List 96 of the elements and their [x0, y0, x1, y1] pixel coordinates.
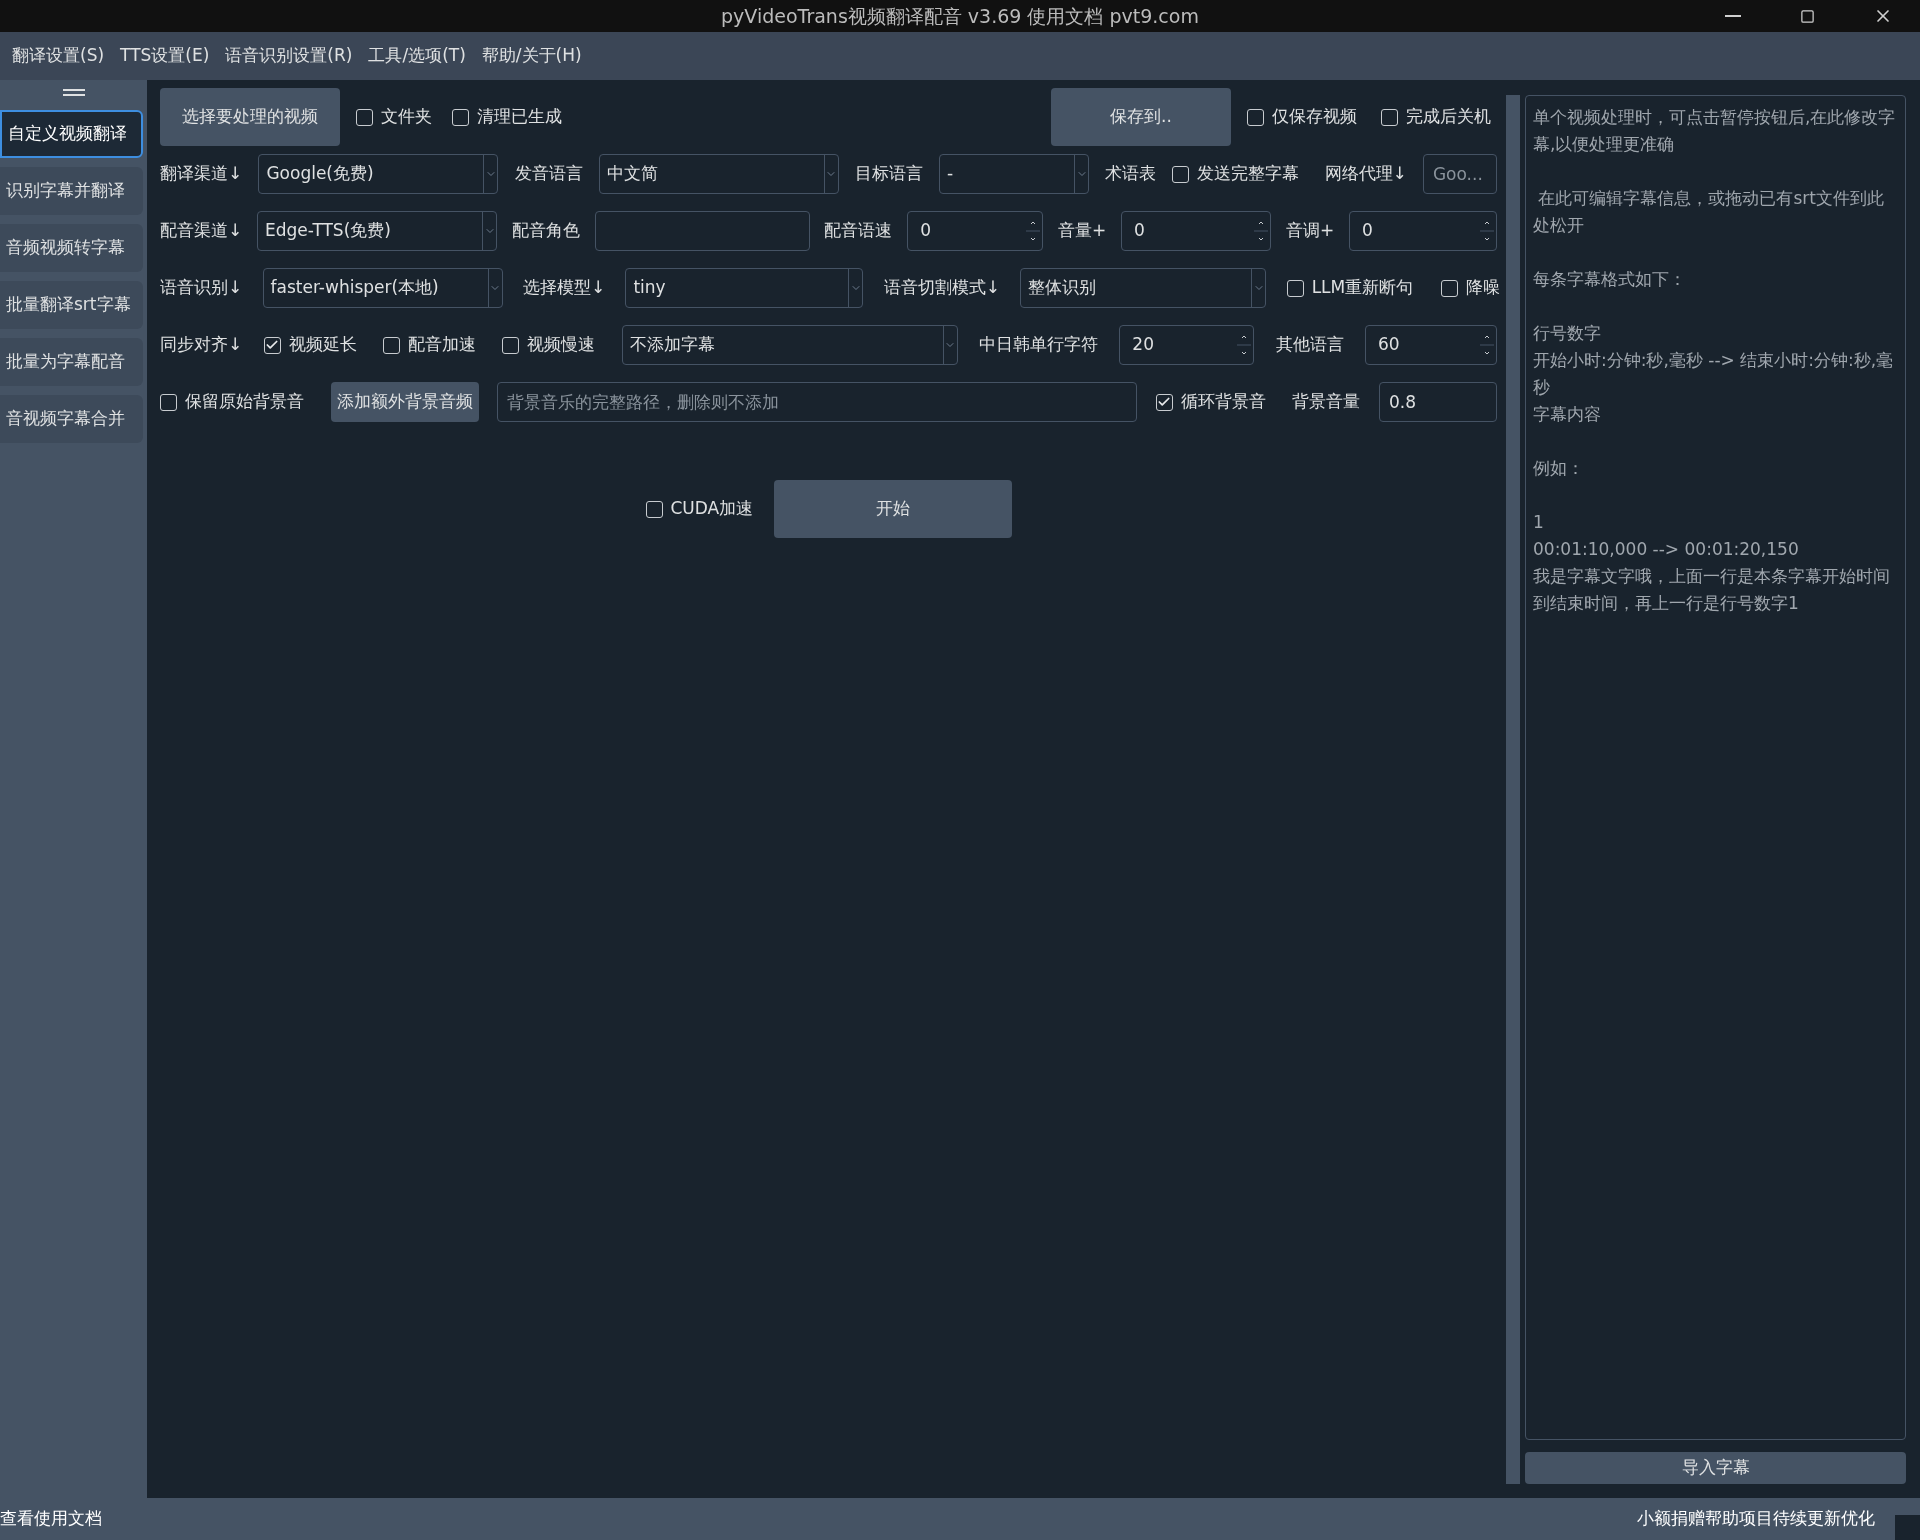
placeholder-text: 每条字幕格式如下： [1533, 268, 1687, 291]
field-label: 语音切割模式↓ [883, 277, 1000, 298]
field-label: 配音渠道↓ [160, 220, 243, 241]
checkbox[interactable]: LLM重新断句 [1286, 275, 1421, 301]
field-label: 发音语言 [514, 163, 583, 184]
field-label: 音调+ [1285, 220, 1335, 241]
dropdown[interactable]: tiny [625, 268, 864, 308]
checkbox[interactable]: 完成后关机 [1381, 104, 1497, 130]
placeholder-text: 我是字幕文字哦，上面一行是本条字幕开始时间到结束时间，再上一行是行号数字1 [1533, 565, 1891, 615]
sidebar-tab[interactable]: 音视频字幕合并 [0, 395, 143, 443]
action-button[interactable]: 选择要处理的视频 [160, 88, 340, 146]
checkbox[interactable]: 配音加速 [382, 332, 481, 358]
handle-icon[interactable] [62, 88, 85, 98]
input-field[interactable] [594, 211, 810, 251]
field-label: 网络代理↓ [1324, 163, 1407, 184]
sidebar-tab[interactable]: 批量翻译srt字幕 [0, 281, 143, 329]
spin-box[interactable]: 60 [1365, 325, 1497, 365]
checkbox[interactable]: 文件夹 [356, 104, 436, 130]
field-label: 目标语言 [854, 163, 923, 184]
placeholder-text: 开始小时:分钟:秒,毫秒 --> 结束小时:分钟:秒,毫秒 [1533, 349, 1895, 399]
checkbox-box[interactable] [1381, 108, 1398, 126]
menu-item[interactable]: 语音识别设置(R) [219, 43, 359, 69]
dropdown[interactable]: Edge-TTS(免费) [257, 211, 498, 251]
dropdown[interactable]: Google(免费) [258, 154, 499, 194]
checkbox-box[interactable] [382, 336, 400, 354]
dropdown[interactable]: - [939, 154, 1090, 194]
menu-item[interactable]: TTS设置(E) [114, 43, 216, 69]
field-label: 中日韩单行字符 [978, 334, 1098, 355]
subtitle-editor[interactable]: 单个视频处理时，可点击暂停按钮后,在此修改字幕,以便处理更准确 在此可编辑字幕信息，或拖动已有srt文件到此处松开 每条字幕格式如下： 行号数字 开始小时:分钟:秒,毫秒 --> 结束小时:分钟:秒,毫秒 字幕内容 例如： 1 00:01:10,000 --> 00:01:20,150 我是字幕文字哦，上面一行是本条字幕开始时间到结束时间，再上一行是行号数字1 [1525, 95, 1906, 1440]
menu-item[interactable]: 帮助/关于(H) [475, 43, 588, 69]
checkbox[interactable]: CUDA加速 [645, 496, 762, 522]
checkbox-box[interactable] [502, 336, 520, 354]
action-button[interactable]: 开始 [773, 480, 1012, 538]
field-label: 音量+ [1058, 220, 1107, 241]
dropdown[interactable]: faster-whisper(本地) [262, 268, 503, 308]
docs-link[interactable]: 查看使用文档 [0, 1506, 102, 1532]
field-label: 翻译渠道↓ [160, 163, 243, 184]
maximize-icon [1800, 8, 1815, 24]
field-label: 术语表 [1105, 163, 1157, 184]
checkbox-box[interactable] [1172, 165, 1190, 183]
menu-item[interactable]: 翻译设置(S) [6, 43, 111, 69]
placeholder-text: 行号数字 [1533, 322, 1602, 345]
spin-box[interactable]: 0 [1121, 211, 1272, 251]
checkbox-box[interactable] [452, 108, 469, 126]
placeholder-text: 单个视频处理时，可点击暂停按钮后,在此修改字幕,以便处理更准确 [1533, 106, 1897, 156]
sidebar-tab[interactable]: 识别字幕并翻译 [0, 167, 143, 215]
field-label: 同步对齐↓ [160, 334, 243, 355]
spin-box[interactable]: 0 [907, 211, 1044, 251]
spin-box[interactable]: 0 [1348, 211, 1497, 251]
minimize-icon [1724, 15, 1741, 17]
placeholder-text: 例如： [1533, 457, 1585, 480]
checkbox-box[interactable] [356, 108, 373, 126]
checkbox[interactable]: 视频延长 [263, 332, 362, 358]
field-label: 其他语言 [1275, 334, 1344, 355]
sidebar-tab[interactable]: 自定义视频翻译 [0, 110, 143, 158]
donate-link[interactable]: 小额捐赠帮助项目待续更新优化 [1637, 1506, 1875, 1532]
spin-box[interactable]: 20 [1119, 325, 1255, 365]
placeholder-text: 00:01:10,000 --> 00:01:20,150 [1533, 538, 1800, 561]
checkbox[interactable]: 降噪 [1440, 275, 1497, 301]
checkbox[interactable]: 保留原始背景音 [160, 389, 312, 415]
checkbox-box[interactable] [1247, 108, 1264, 126]
check-icon [265, 338, 280, 352]
input-field[interactable]: 0.8 [1378, 382, 1497, 422]
placeholder-text: 1 [1533, 511, 1545, 534]
checkbox[interactable]: 仅保存视频 [1247, 104, 1365, 130]
placeholder-text: 在此可编辑字幕信息，或拖动已有srt文件到此处松开 [1533, 187, 1885, 237]
checkbox[interactable]: 视频慢速 [502, 332, 601, 358]
checkbox[interactable]: 清理已生成 [452, 104, 568, 130]
window-title: pyVideoTrans视频翻译配音 v3.69 使用文档 pvt9.com [721, 3, 1199, 29]
checkbox-box[interactable] [645, 500, 663, 518]
field-label: 配音角色 [511, 220, 580, 241]
size-grip[interactable] [1895, 1515, 1920, 1540]
field-label: 配音语速 [824, 220, 893, 241]
dropdown[interactable]: 不添加字幕 [621, 325, 958, 365]
action-button[interactable]: 添加额外背景音频 [330, 382, 479, 422]
checkbox-box[interactable] [1155, 393, 1173, 411]
dropdown[interactable]: 中文简 [598, 154, 839, 194]
field-label: 选择模型↓ [522, 277, 606, 298]
menu-item[interactable]: 工具/选项(T) [362, 43, 472, 69]
sidebar-tab[interactable]: 批量为字幕配音 [0, 338, 143, 386]
checkbox-box[interactable] [263, 336, 281, 354]
field-label: 语音识别↓ [160, 277, 243, 298]
checkbox-box[interactable] [1440, 279, 1458, 297]
input-field[interactable]: Goo... [1422, 154, 1497, 194]
action-button[interactable]: 保存到.. [1051, 88, 1231, 146]
checkbox-box[interactable] [160, 393, 177, 411]
sidebar-tab[interactable]: 音频视频转字幕 [0, 224, 143, 272]
input-field[interactable]: 背景音乐的完整路径，删除则不添加 [497, 382, 1138, 422]
placeholder-text: 字幕内容 [1533, 403, 1602, 426]
field-label: 背景音量 [1292, 391, 1361, 412]
import-subtitles-button[interactable]: 导入字幕 [1525, 1452, 1906, 1484]
check-icon [1157, 395, 1172, 409]
checkbox-box[interactable] [1286, 279, 1304, 297]
checkbox[interactable]: 发送完整字幕 [1172, 161, 1309, 187]
checkbox[interactable]: 循环背景音 [1155, 389, 1274, 415]
dropdown[interactable]: 整体识别 [1020, 268, 1267, 308]
